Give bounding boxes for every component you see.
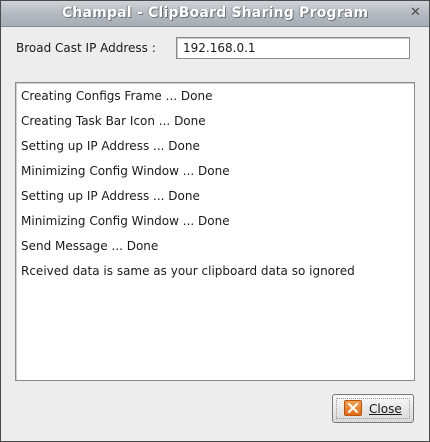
close-icon: [344, 400, 362, 416]
log-panel[interactable]: Creating Configs Frame ... Done Creating…: [15, 82, 415, 381]
log-line: Setting up IP Address ... Done: [21, 189, 200, 203]
log-line: Minimizing Config Window ... Done: [21, 164, 230, 178]
window-close-icon[interactable]: ✕: [406, 4, 425, 23]
log-line: Creating Task Bar Icon ... Done: [21, 114, 206, 128]
log-line: Minimizing Config Window ... Done: [21, 214, 230, 228]
broadcast-ip-label: Broad Cast IP Address :: [16, 41, 156, 55]
log-line: Rceived data is same as your clipboard d…: [21, 264, 355, 278]
broadcast-ip-input[interactable]: [176, 37, 410, 59]
window-title: Champal - ClipBoard Sharing Program: [61, 5, 369, 21]
log-line: Send Message ... Done: [21, 239, 159, 253]
close-button-label: Close: [369, 402, 402, 416]
log-line: Setting up IP Address ... Done: [21, 139, 200, 153]
log-line: Creating Configs Frame ... Done: [21, 89, 213, 103]
title-bar[interactable]: Champal - ClipBoard Sharing Program ✕: [1, 1, 429, 27]
close-label-rest: lose: [377, 402, 402, 416]
app-window: Champal - ClipBoard Sharing Program ✕ Br…: [0, 0, 430, 442]
close-button[interactable]: Close: [332, 394, 414, 423]
